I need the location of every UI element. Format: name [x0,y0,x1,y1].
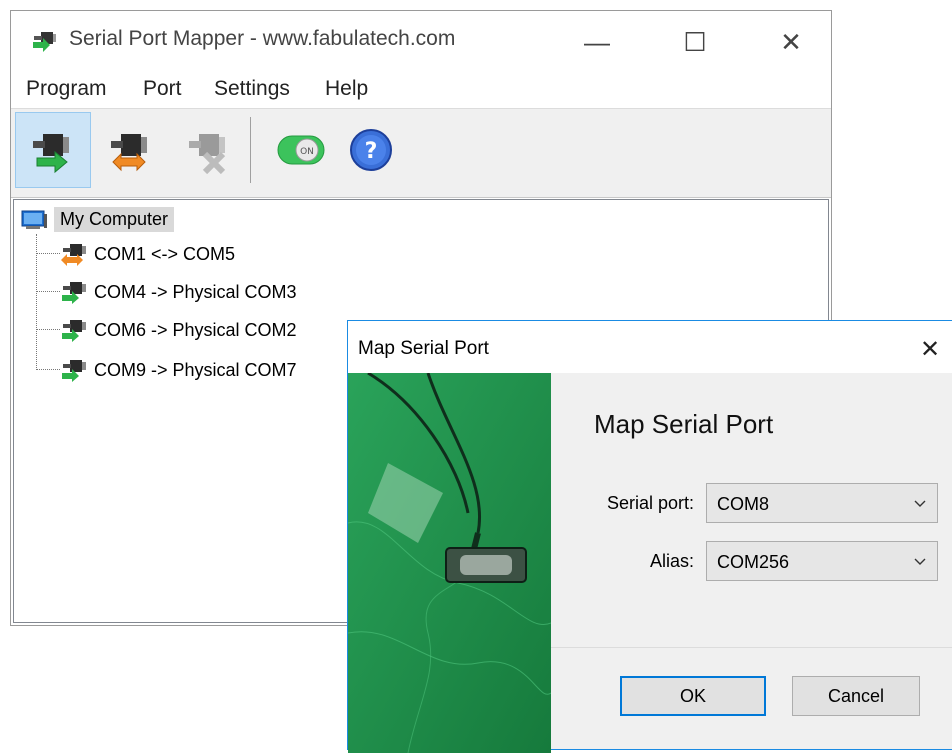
toggle-on-text: ON [300,147,314,157]
chevron-down-icon [914,558,926,565]
dialog-separator [551,647,952,648]
physical-port-icon [62,282,86,304]
tree-connector [36,291,60,292]
title-bar: Serial Port Mapper - www.fabulatech.com … [11,11,831,71]
tree-root-label: My Computer [54,206,175,232]
menu-bar: Program Port Settings Help [11,73,831,107]
help-icon: ? [350,129,392,171]
tree-item-com6[interactable]: COM6 -> Physical COM2 [60,315,297,345]
map-serial-port-dialog: Map Serial Port ✕ Map Serial Port Serial… [347,320,952,753]
tree-item-com1-com5[interactable]: COM1 <-> COM5 [60,239,235,269]
help-question-text: ? [365,139,378,164]
tree-connector [36,253,60,254]
on-toggle-icon: ON [277,135,325,165]
ok-button[interactable]: OK [620,676,766,716]
tree-item-label: COM9 -> Physical COM7 [94,359,297,380]
minimize-button[interactable]: — [571,17,623,67]
tree-root-my-computer[interactable]: My Computer [20,204,175,234]
tree-connector [36,329,60,330]
map-pair-icon [111,134,147,172]
map-pair-button[interactable] [93,112,169,188]
close-button[interactable]: ✕ [765,17,817,67]
menu-help[interactable]: Help [325,77,368,101]
enable-toggle-button[interactable]: ON [263,112,339,188]
menu-program[interactable]: Program [26,77,107,101]
alias-label: Alias: [649,551,694,571]
menu-port[interactable]: Port [143,77,182,101]
pair-port-icon [61,244,86,266]
physical-port-icon [62,320,86,342]
dialog-close-button[interactable]: ✕ [908,329,952,369]
close-icon: ✕ [780,26,802,57]
window-title: Serial Port Mapper - www.fabulatech.com [69,27,456,50]
remove-mapping-button[interactable] [171,112,247,188]
serial-cable-illustration [348,373,551,753]
minimize-icon: — [584,26,610,57]
chevron-down-icon [914,500,926,507]
maximize-icon: ☐ [683,26,707,57]
tree-item-com4[interactable]: COM4 -> Physical COM3 [60,277,297,307]
map-to-physical-button[interactable] [15,112,91,188]
computer-icon [21,210,47,229]
serial-port-label: Serial port: [606,493,694,513]
maximize-button[interactable]: ☐ [669,17,721,67]
serial-port-value: COM8 [717,494,770,514]
tree-item-com9[interactable]: COM9 -> Physical COM7 [60,355,297,385]
toolbar: ON ? [11,108,831,198]
close-icon: ✕ [919,335,941,363]
tree-item-label: COM6 -> Physical COM2 [94,319,297,340]
tree-connector [36,369,60,370]
cancel-button[interactable]: Cancel [792,676,920,716]
help-button[interactable]: ? [333,112,409,188]
serial-port-app-icon [33,32,56,52]
remove-mapping-icon [189,134,226,174]
alias-select[interactable]: COM256 [706,541,938,581]
map-to-physical-icon [33,134,69,174]
tree-connector [36,234,37,370]
physical-port-icon [62,360,86,382]
dialog-title-bar: Map Serial Port ✕ [348,321,952,373]
tree-item-label: COM1 <-> COM5 [94,243,236,264]
serial-port-select[interactable]: COM8 [706,483,938,523]
toolbar-separator [250,117,251,183]
alias-value: COM256 [717,552,790,572]
dialog-heading: Map Serial Port [594,409,774,439]
tree-item-label: COM4 -> Physical COM3 [94,281,297,302]
menu-settings[interactable]: Settings [214,77,290,101]
dialog-title: Map Serial Port [358,338,489,359]
